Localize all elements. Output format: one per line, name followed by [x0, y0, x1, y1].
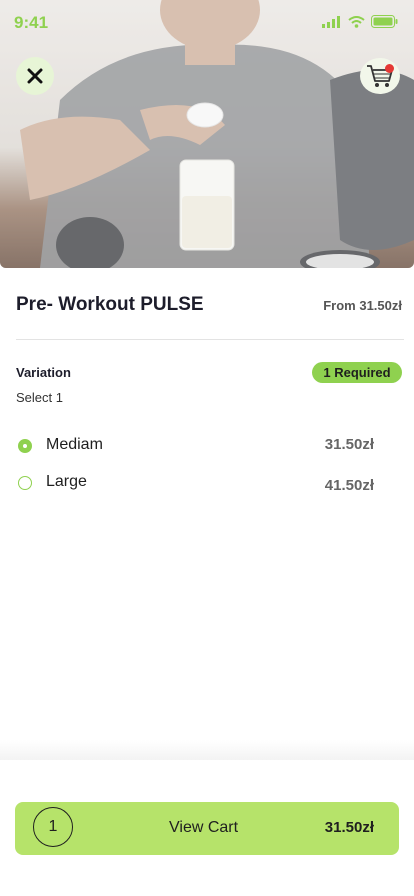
product-title: Pre- Workout PULSE: [16, 294, 204, 315]
option-price: 31.50zł: [324, 436, 374, 453]
status-icons: [322, 15, 398, 28]
radio-selected[interactable]: [18, 439, 32, 453]
battery-icon: [371, 15, 398, 28]
option-label: Large: [46, 473, 87, 490]
status-bar: 9:41: [0, 0, 414, 44]
hero-image: 9:41: [0, 0, 414, 268]
close-icon: [27, 68, 43, 84]
radio-unselected[interactable]: [18, 476, 32, 490]
view-cart-label: View Cart: [169, 819, 239, 836]
wifi-icon: [348, 15, 365, 28]
option-label: Mediam: [46, 436, 103, 453]
option-price: 41.50zł: [324, 477, 374, 494]
option-large[interactable]: Large 41.50zł: [16, 472, 376, 496]
divider: [16, 339, 404, 340]
product-from-price: From 31.50zł: [323, 298, 402, 313]
required-badge: 1 Required: [312, 362, 402, 383]
variation-label: Variation: [16, 365, 71, 380]
option-mediam[interactable]: Mediam 31.50zł: [16, 435, 376, 459]
cart-badge: [385, 64, 394, 73]
close-button[interactable]: [16, 57, 54, 95]
quantity-badge: 1: [33, 807, 73, 847]
select-hint: Select 1: [16, 390, 63, 405]
cart-button[interactable]: [360, 58, 400, 94]
cart-total: 31.50zł: [324, 819, 374, 836]
signal-icon: [322, 15, 340, 28]
view-cart-button[interactable]: 1 View Cart 31.50zł: [15, 802, 399, 855]
status-time: 9:41: [14, 13, 49, 32]
